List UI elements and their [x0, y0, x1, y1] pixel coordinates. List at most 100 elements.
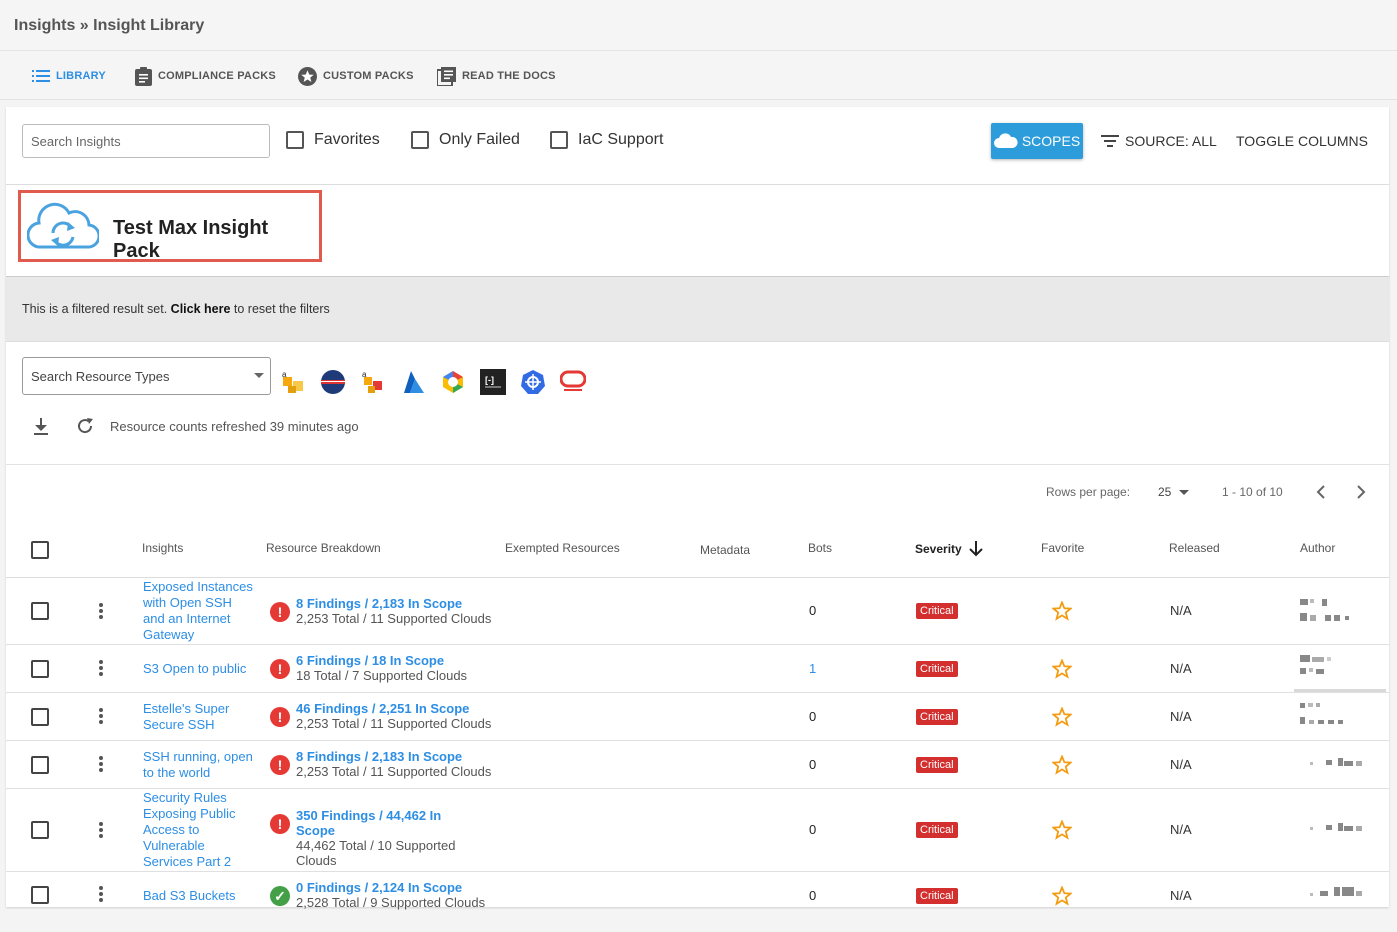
- favorites-label: Favorites: [314, 131, 380, 148]
- row-checkbox[interactable]: [31, 821, 49, 839]
- findings-link[interactable]: 8 Findings / 2,183 In Scope: [296, 596, 496, 611]
- findings-link[interactable]: 8 Findings / 2,183 In Scope: [296, 749, 496, 764]
- azure-icon[interactable]: [400, 369, 426, 395]
- insight-name-link[interactable]: SSH running, open to the world: [143, 749, 255, 781]
- bots-count-link[interactable]: 1: [809, 661, 816, 676]
- iac-support-filter[interactable]: IaC Support: [550, 131, 663, 149]
- table-row[interactable]: Estelle's Super Secure SSH ! 46 Findings…: [6, 693, 1389, 741]
- insight-name-link[interactable]: Security Rules Exposing Public Access to…: [143, 790, 255, 870]
- favorites-checkbox[interactable]: [286, 131, 304, 149]
- insight-name-link[interactable]: Exposed Instances with Open SSH and an I…: [143, 579, 255, 643]
- nav-library[interactable]: LIBRARY: [32, 65, 106, 87]
- column-author[interactable]: Author: [1300, 541, 1335, 555]
- severity-badge: Critical: [916, 709, 958, 725]
- svg-text:a: a: [362, 370, 367, 379]
- more-vert-icon[interactable]: [99, 603, 103, 621]
- download-icon[interactable]: [32, 417, 50, 435]
- oracle-cloud-icon[interactable]: [560, 369, 586, 395]
- gcp-icon[interactable]: [440, 369, 466, 395]
- rows-per-page-select[interactable]: 25: [1158, 485, 1190, 499]
- row-checkbox[interactable]: [31, 660, 49, 678]
- insight-name-link[interactable]: Bad S3 Buckets: [143, 888, 255, 904]
- column-severity[interactable]: Severity: [915, 541, 983, 557]
- kubernetes-icon[interactable]: [520, 369, 546, 395]
- iac-support-label: IaC Support: [578, 131, 664, 148]
- nav-compliance-packs[interactable]: COMPLIANCE PACKS: [135, 65, 276, 87]
- insight-name-link[interactable]: Estelle's Super Secure SSH: [143, 701, 255, 733]
- favorite-star-icon[interactable]: [1052, 601, 1072, 621]
- findings-link[interactable]: 350 Findings / 44,462 In Scope: [296, 808, 476, 838]
- more-vert-icon[interactable]: [99, 822, 103, 840]
- findings-link[interactable]: 46 Findings / 2,251 In Scope: [296, 701, 496, 716]
- source-filter-button[interactable]: SOURCE: ALL: [1101, 133, 1217, 149]
- column-bots[interactable]: Bots: [808, 541, 832, 555]
- column-favorite[interactable]: Favorite: [1041, 541, 1084, 555]
- chevron-left-icon[interactable]: [1315, 484, 1327, 500]
- table-header: Insights Resource Breakdown Exempted Res…: [6, 529, 1389, 578]
- severity-badge: Critical: [916, 888, 958, 904]
- column-metadata[interactable]: Metadata: [700, 543, 750, 557]
- aws-china-icon[interactable]: a: [360, 369, 386, 395]
- findings-link[interactable]: 0 Findings / 2,124 In Scope: [296, 880, 496, 895]
- horizontal-scrollbar[interactable]: [1294, 689, 1386, 692]
- column-released[interactable]: Released: [1169, 541, 1220, 555]
- released-value: N/A: [1170, 709, 1192, 724]
- row-checkbox[interactable]: [31, 886, 49, 904]
- nav-read-docs[interactable]: READ THE DOCS: [437, 65, 556, 87]
- more-vert-icon[interactable]: [99, 886, 103, 904]
- chevron-right-icon[interactable]: [1355, 484, 1367, 500]
- aws-gov-icon[interactable]: [320, 369, 346, 395]
- released-value: N/A: [1170, 661, 1192, 676]
- table-row[interactable]: S3 Open to public ! 6 Findings / 18 In S…: [6, 645, 1389, 693]
- favorite-star-icon[interactable]: [1052, 886, 1072, 906]
- table-row[interactable]: Security Rules Exposing Public Access to…: [6, 789, 1389, 872]
- search-insights-input[interactable]: [22, 124, 270, 158]
- section-divider: [6, 464, 1389, 465]
- table-row[interactable]: Exposed Instances with Open SSH and an I…: [6, 578, 1389, 645]
- scopes-button[interactable]: SCOPES: [991, 123, 1083, 159]
- resource-breakdown: 8 Findings / 2,183 In Scope 2,253 Total …: [296, 596, 496, 626]
- nav-custom-packs[interactable]: CUSTOM PACKS: [298, 65, 414, 87]
- more-vert-icon[interactable]: [99, 708, 103, 726]
- toggle-columns-button[interactable]: TOGGLE COLUMNS: [1236, 133, 1368, 149]
- resource-type-select[interactable]: Search Resource Types: [22, 357, 271, 395]
- favorite-star-icon[interactable]: [1052, 820, 1072, 840]
- select-all-checkbox[interactable]: [31, 541, 49, 559]
- released-value: N/A: [1170, 603, 1192, 618]
- insight-name-link[interactable]: S3 Open to public: [143, 661, 255, 677]
- table-row[interactable]: Bad S3 Buckets ✓ 0 Findings / 2,124 In S…: [6, 872, 1389, 932]
- only-failed-checkbox[interactable]: [411, 131, 429, 149]
- filter-message-suffix: to reset the filters: [230, 302, 330, 316]
- column-insights[interactable]: Insights: [142, 541, 183, 555]
- findings-link[interactable]: 6 Findings / 18 In Scope: [296, 653, 496, 668]
- column-resource-breakdown[interactable]: Resource Breakdown: [266, 541, 381, 555]
- table-row[interactable]: SSH running, open to the world ! 8 Findi…: [6, 741, 1389, 789]
- favorites-filter[interactable]: Favorites: [286, 131, 380, 149]
- resource-total: 18 Total / 7 Supported Clouds: [296, 668, 468, 683]
- resource-breakdown: 8 Findings / 2,183 In Scope 2,253 Total …: [296, 749, 496, 779]
- alibaba-cloud-icon[interactable]: [-]: [480, 369, 506, 395]
- released-value: N/A: [1170, 757, 1192, 772]
- only-failed-label: Only Failed: [439, 131, 520, 148]
- rows-per-page-label: Rows per page:: [1046, 485, 1131, 499]
- error-icon: !: [270, 755, 290, 775]
- only-failed-filter[interactable]: Only Failed: [411, 131, 520, 149]
- chevron-down-icon: [1179, 489, 1190, 495]
- more-vert-icon[interactable]: [99, 756, 103, 774]
- favorite-star-icon[interactable]: [1052, 707, 1072, 727]
- more-vert-icon[interactable]: [99, 660, 103, 678]
- favorite-star-icon[interactable]: [1052, 755, 1072, 775]
- row-checkbox[interactable]: [31, 602, 49, 620]
- favorite-star-icon[interactable]: [1052, 659, 1072, 679]
- pack-cloud-logo-icon: [27, 202, 99, 249]
- iac-support-checkbox[interactable]: [550, 131, 568, 149]
- aws-icon[interactable]: a: [280, 369, 306, 395]
- refresh-icon[interactable]: [76, 417, 94, 435]
- chevron-down-icon: [254, 373, 264, 378]
- row-checkbox[interactable]: [31, 708, 49, 726]
- bots-count: 0: [809, 603, 817, 618]
- reset-filters-link[interactable]: Click here: [171, 302, 231, 316]
- row-checkbox[interactable]: [31, 756, 49, 774]
- resource-breakdown: 0 Findings / 2,124 In Scope 2,528 Total …: [296, 880, 496, 910]
- column-exempted-resources[interactable]: Exempted Resources: [505, 541, 620, 555]
